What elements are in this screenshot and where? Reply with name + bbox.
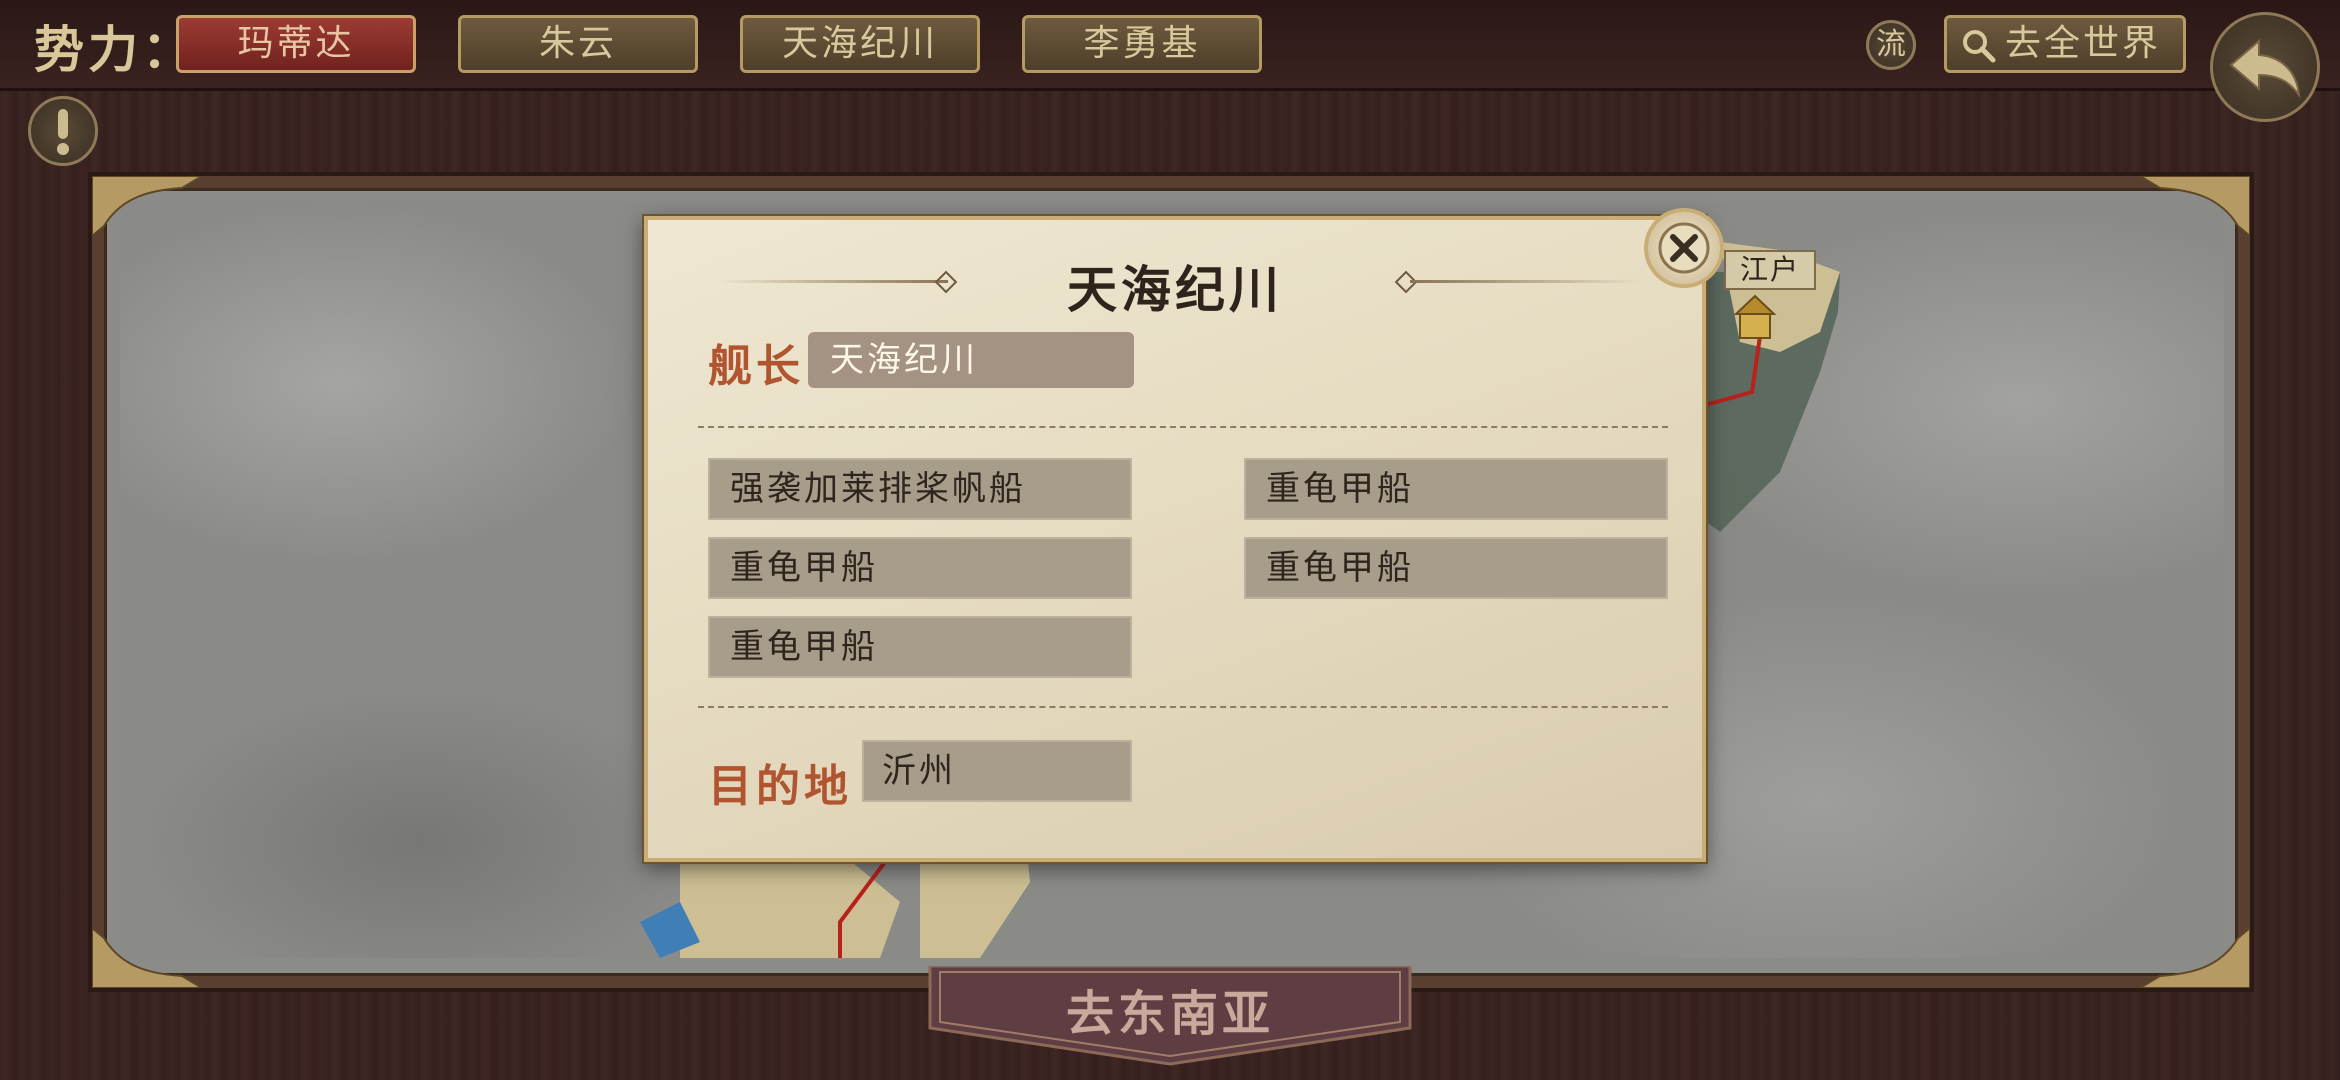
destination-field[interactable]: 沂州: [862, 740, 1132, 802]
captain-field[interactable]: 天海纪川: [808, 332, 1134, 388]
frame-corner-ornament: [2140, 176, 2250, 236]
tab-faction-4[interactable]: 李勇基: [1022, 15, 1262, 73]
go-world-button[interactable]: 去全世界: [1944, 15, 2186, 73]
tab-faction-3[interactable]: 天海纪川: [740, 15, 980, 73]
ship-slot[interactable]: 强袭加莱排桨帆船: [708, 458, 1132, 520]
divider: [698, 706, 1668, 708]
tab-faction-1[interactable]: 玛蒂达: [176, 15, 416, 73]
frame-corner-ornament: [92, 928, 202, 988]
close-button[interactable]: [1644, 208, 1724, 288]
ship-slot[interactable]: 重龟甲船: [708, 616, 1132, 678]
close-icon: [1658, 222, 1710, 274]
frame-corner-ornament: [92, 176, 202, 236]
search-icon: [1963, 30, 1996, 63]
ship-slot[interactable]: 重龟甲船: [1244, 537, 1668, 599]
captain-label: 舰长: [708, 341, 804, 392]
frame-corner-ornament: [2140, 928, 2250, 988]
back-arrow-icon: [2229, 38, 2301, 99]
dialog-title: 天海纪川: [1067, 260, 1283, 319]
top-bar: 势力： 玛蒂达 朱云 天海纪川 李勇基 流 去全世界: [0, 0, 2340, 122]
tab-faction-2[interactable]: 朱云: [458, 15, 698, 73]
go-southeast-asia-button[interactable]: 去东南亚: [928, 966, 1412, 1066]
flow-button[interactable]: 流: [1866, 20, 1916, 70]
divider: [698, 426, 1668, 428]
go-world-label: 去全世界: [2005, 23, 2162, 64]
go-southeast-asia-label: 去东南亚: [1065, 986, 1274, 1042]
city-label-edo[interactable]: 江户: [1724, 250, 1816, 290]
back-button[interactable]: [2210, 12, 2320, 122]
info-button[interactable]: [28, 96, 98, 166]
faction-label: 势力：: [34, 20, 196, 79]
destination-label: 目的地: [708, 761, 852, 812]
exclamation-icon: [57, 109, 69, 155]
fleet-info-dialog: 天海纪川 舰长 天海纪川 强袭加莱排桨帆船 重龟甲船 重龟甲船 重龟甲船 重龟甲…: [644, 216, 1706, 862]
ship-slot[interactable]: 重龟甲船: [1244, 458, 1668, 520]
ship-slot[interactable]: 重龟甲船: [708, 537, 1132, 599]
